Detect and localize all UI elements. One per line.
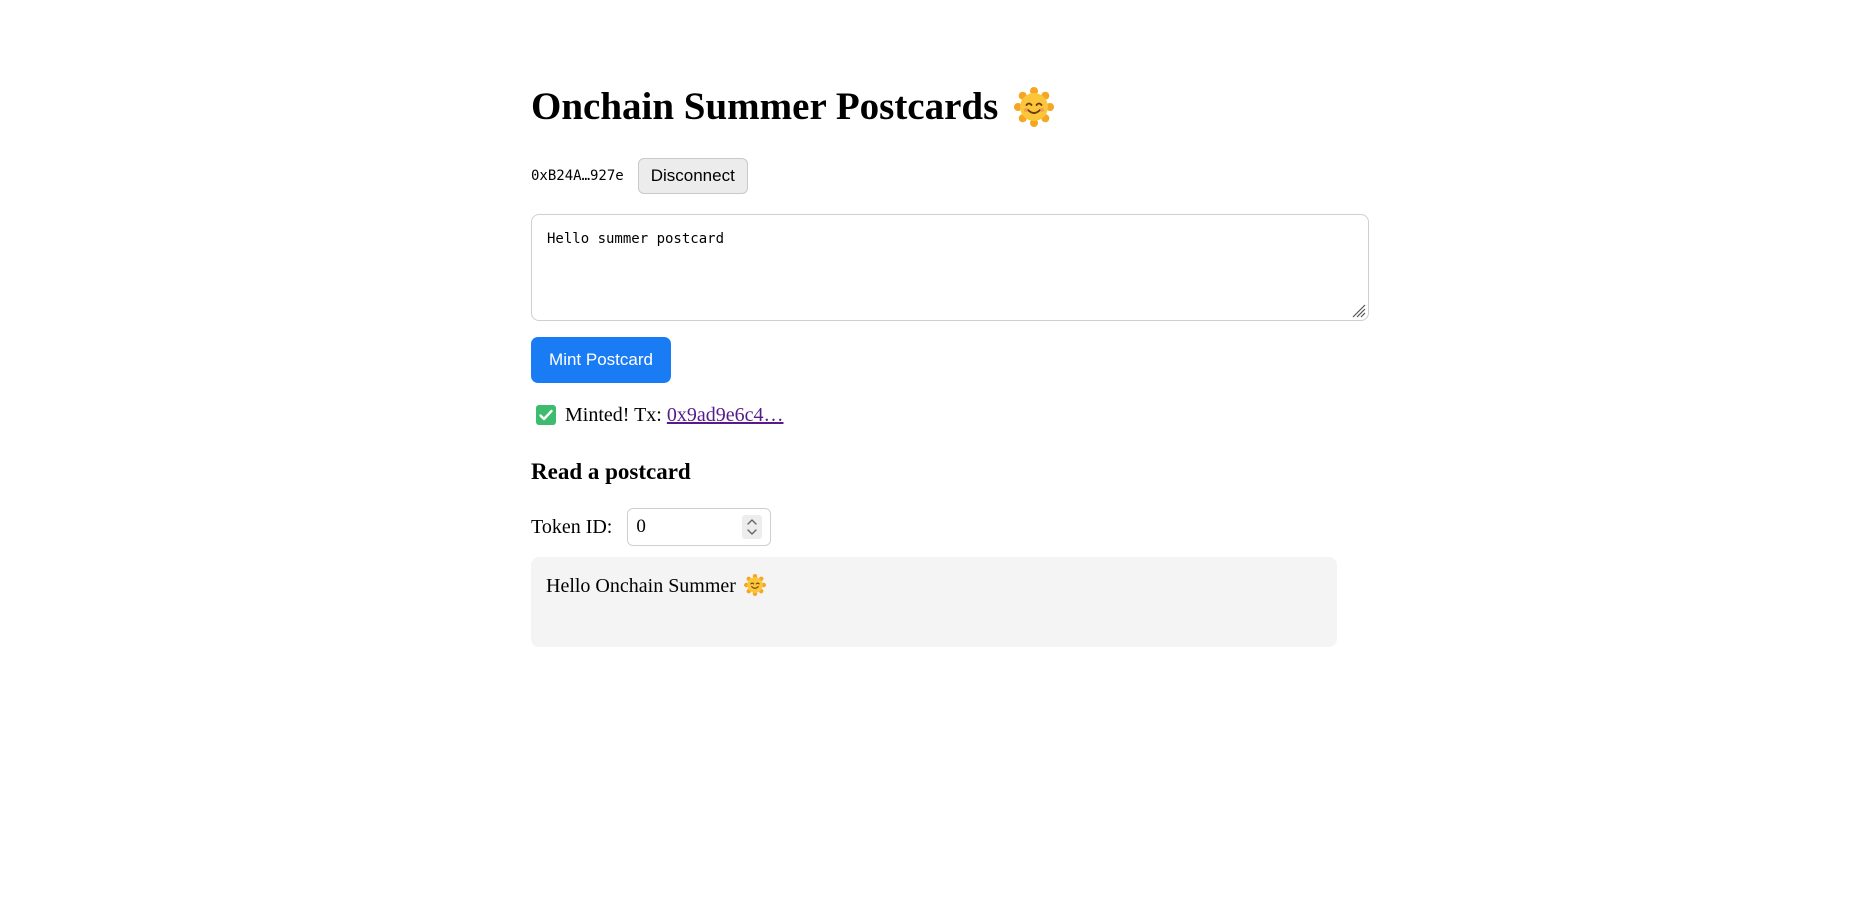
page: Onchain Summer Postcards 0xB24A…927e Dis… xyxy=(0,0,1852,911)
postcard-result-text: Hello Onchain Summer xyxy=(546,575,736,597)
mint-status: Minted! Tx: 0x9ad9e6c4… xyxy=(531,401,1371,429)
smiling-sun-icon xyxy=(1014,87,1055,127)
token-id-field-wrapper xyxy=(627,508,772,546)
message-field-wrapper xyxy=(531,214,1369,321)
read-section-heading: Read a postcard xyxy=(531,459,691,484)
number-stepper-icon[interactable] xyxy=(742,515,763,539)
resize-handle-icon[interactable] xyxy=(1350,302,1366,318)
message-textarea[interactable] xyxy=(532,215,1368,320)
wallet-row: 0xB24A…927e Disconnect xyxy=(531,158,1371,194)
status-text: Minted! Tx: xyxy=(565,403,662,426)
main-container: Onchain Summer Postcards 0xB24A…927e Dis… xyxy=(531,82,1371,647)
smiling-sun-icon xyxy=(743,574,766,596)
page-title-text: Onchain Summer Postcards xyxy=(531,85,999,128)
token-id-label: Token ID: xyxy=(531,515,613,538)
tx-hash-link[interactable]: 0x9ad9e6c4… xyxy=(667,404,784,427)
postcard-result: Hello Onchain Summer xyxy=(531,557,1337,647)
wallet-address: 0xB24A…927e xyxy=(531,168,624,184)
disconnect-button[interactable]: Disconnect xyxy=(637,158,748,194)
token-row: Token ID: xyxy=(531,508,1371,546)
check-mark-icon xyxy=(536,405,556,425)
page-title: Onchain Summer Postcards xyxy=(531,82,1371,132)
mint-postcard-button[interactable]: Mint Postcard xyxy=(531,337,671,383)
